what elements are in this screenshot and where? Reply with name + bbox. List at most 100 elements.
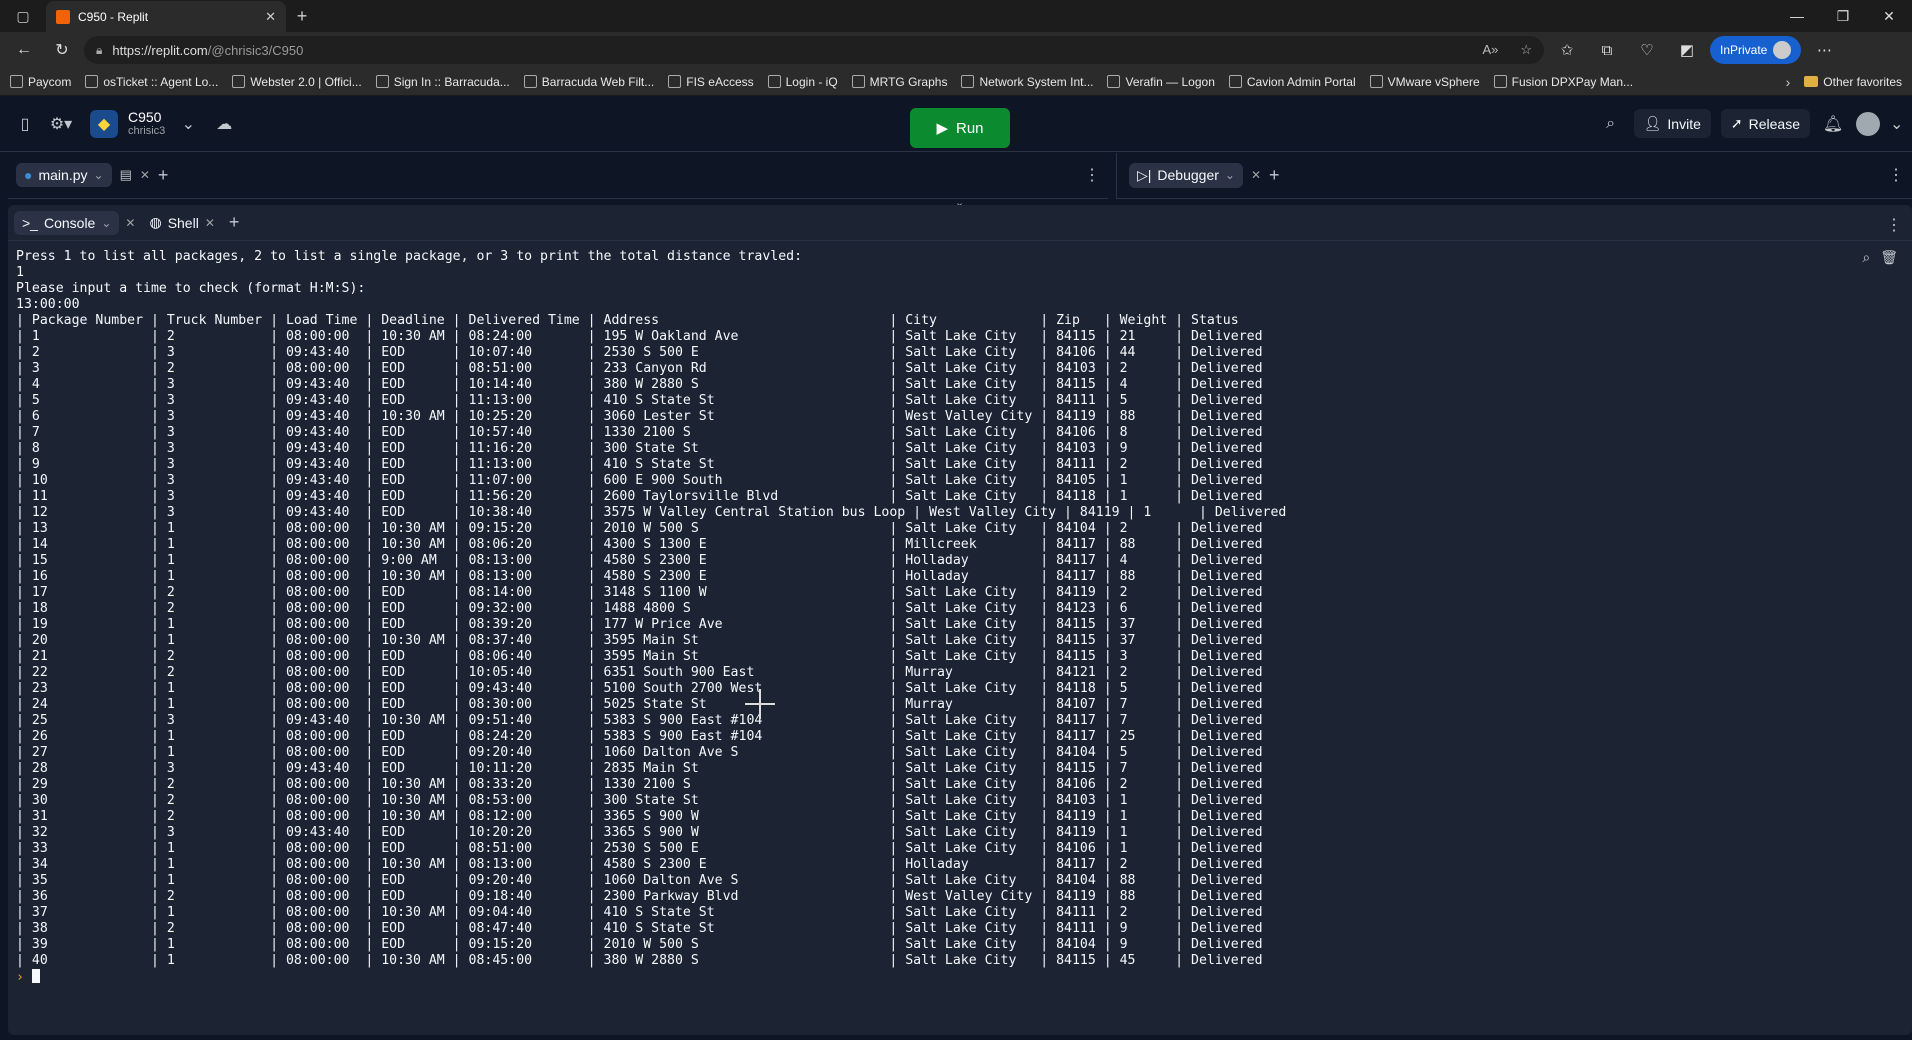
- console-line: | 18 | 2 | 08:00:00 | EOD | 09:32:00 | 1…: [16, 601, 1263, 616]
- console-line: | 29 | 2 | 08:00:00 | 10:30 AM | 08:33:2…: [16, 777, 1263, 792]
- add-user-icon: 👤︎: [1643, 115, 1662, 131]
- close-tab-icon[interactable]: ✕: [265, 9, 276, 25]
- debugger-icon: ▷|: [1137, 166, 1152, 183]
- shell-icon: ◍: [149, 214, 162, 230]
- console-pane: >_ Console ⌄ ✕ ◍ Shell ✕ + ⋮ ⌕ 🗑︎ Press …: [8, 205, 1912, 1035]
- chevron-down-icon[interactable]: ⌄: [101, 216, 111, 230]
- release-button[interactable]: ➚ Release: [1720, 109, 1810, 138]
- console-output[interactable]: Press 1 to list all packages, 2 to list …: [16, 249, 1904, 1035]
- bookmark-item[interactable]: Verafin — Logon: [1107, 75, 1215, 89]
- refresh-icon[interactable]: ↻: [46, 36, 78, 64]
- file-history-icon[interactable]: ▤: [120, 167, 132, 183]
- bookmark-label: Fusion DPXPay Man...: [1511, 74, 1634, 89]
- inprivate-button[interactable]: InPrivate: [1710, 36, 1802, 64]
- run-button[interactable]: ▶ Run: [910, 108, 1010, 148]
- bookmark-item[interactable]: Network System Int...: [961, 75, 1093, 89]
- bookmark-item[interactable]: Fusion DPXPay Man...: [1493, 74, 1634, 89]
- bookmark-item[interactable]: Login - iQ: [767, 74, 838, 89]
- tab-debugger[interactable]: ▷| Debugger ⌄: [1129, 162, 1243, 188]
- edge-icon[interactable]: ◩: [1670, 41, 1704, 59]
- cloud-sync-icon: ☁: [216, 115, 233, 133]
- console-line: | 3 | 2 | 08:00:00 | EOD | 08:51:00 | 23…: [16, 361, 1263, 376]
- console-line: | 33 | 1 | 08:00:00 | EOD | 08:51:00 | 2…: [16, 841, 1263, 856]
- console-line: | 35 | 1 | 08:00:00 | EOD | 09:20:40 | 1…: [16, 873, 1263, 888]
- add-tab-icon[interactable]: +: [1269, 165, 1280, 186]
- bookmark-item[interactable]: FIS eAccess: [668, 74, 754, 89]
- chevron-down-icon[interactable]: ⌄: [175, 114, 201, 134]
- close-tab-icon[interactable]: ✕: [125, 216, 135, 230]
- console-line: | 39 | 1 | 08:00:00 | EOD | 09:15:20 | 2…: [16, 937, 1263, 952]
- tab-shell[interactable]: ◍ Shell ✕: [141, 210, 222, 235]
- bookmark-item[interactable]: Webster 2.0 | Offici...: [232, 75, 362, 89]
- bookmark-item[interactable]: MRTG Graphs: [851, 75, 947, 89]
- console-line: | 30 | 2 | 08:00:00 | 10:30 AM | 08:53:0…: [16, 793, 1263, 808]
- tab-main-py[interactable]: ● main.py ⌄: [16, 163, 112, 187]
- console-line: | 12 | 3 | 09:43:40 | EOD | 10:38:40 | 3…: [16, 505, 1287, 520]
- extensions-icon[interactable]: ♡: [1630, 41, 1664, 59]
- bookmark-item[interactable]: VMware vSphere: [1369, 75, 1480, 89]
- bookmark-item[interactable]: osTicket :: Agent Lo...: [85, 75, 218, 89]
- sidebar-toggle-icon[interactable]: ▯: [12, 114, 38, 134]
- folder-icon: [1804, 76, 1819, 87]
- bookmarks-bar: Paycom osTicket :: Agent Lo... Webster 2…: [0, 68, 1912, 96]
- console-line: | 8 | 3 | 09:43:40 | EOD | 11:16:20 | 30…: [16, 441, 1263, 456]
- restore-icon[interactable]: ❐: [1820, 8, 1866, 25]
- bookmark-item[interactable]: Barracuda Web Filt...: [523, 75, 654, 89]
- bookmark-label: FIS eAccess: [686, 74, 754, 89]
- pane-menu-icon[interactable]: ⋮: [1886, 215, 1902, 235]
- pane-menu-icon[interactable]: ⋮: [1084, 165, 1100, 185]
- back-icon[interactable]: ←: [8, 36, 40, 64]
- bookmark-item[interactable]: Sign In :: Barracuda...: [375, 75, 510, 89]
- url-field[interactable]: 🔒︎ https://replit.com/@chrisic3/C950 A» …: [84, 36, 1544, 64]
- minimize-icon[interactable]: —: [1774, 8, 1820, 25]
- other-favorites[interactable]: Other favorites: [1804, 75, 1902, 89]
- tab-title: C950 - Replit: [78, 10, 149, 24]
- browser-tab[interactable]: C950 - Replit ✕: [46, 1, 286, 33]
- read-aloud-icon[interactable]: A»: [1482, 42, 1498, 58]
- bookmark-item[interactable]: Paycom: [10, 75, 71, 89]
- console-prompt[interactable]: ›: [16, 969, 1904, 986]
- python-logo-icon[interactable]: ◆: [90, 109, 118, 138]
- text-cursor: [31, 969, 40, 983]
- bookmark-label: Login - iQ: [785, 74, 838, 89]
- console-line: | 26 | 1 | 08:00:00 | EOD | 08:24:20 | 5…: [16, 729, 1263, 744]
- favorite-star-icon[interactable]: ☆: [1520, 42, 1532, 58]
- console-line: | 16 | 1 | 08:00:00 | 10:30 AM | 08:13:0…: [16, 569, 1263, 584]
- add-tab-icon[interactable]: +: [229, 212, 240, 233]
- chevron-down-icon[interactable]: ⌄: [1890, 114, 1903, 134]
- close-tab-icon[interactable]: ✕: [205, 216, 215, 230]
- rocket-icon: ➚: [1730, 115, 1743, 131]
- invite-button[interactable]: 👤︎ Invite: [1633, 109, 1711, 138]
- tab-actions-icon[interactable]: ▢: [0, 0, 46, 32]
- invite-label: Invite: [1667, 115, 1701, 132]
- new-tab-button[interactable]: +: [286, 6, 318, 27]
- chevron-down-icon[interactable]: ⌄: [94, 168, 104, 182]
- tab-console[interactable]: >_ Console ⌄: [14, 210, 120, 235]
- bookmarks-overflow-icon[interactable]: ›: [1786, 74, 1791, 90]
- chevron-down-icon[interactable]: ⌄: [1225, 168, 1235, 182]
- console-line: 13:00:00: [16, 297, 80, 312]
- avatar[interactable]: [1856, 111, 1880, 136]
- search-icon[interactable]: ⌕: [1598, 115, 1624, 133]
- console-line: | 23 | 1 | 08:00:00 | EOD | 09:43:40 | 5…: [16, 681, 1263, 696]
- bookmark-item[interactable]: Cavion Admin Portal: [1228, 75, 1356, 89]
- repl-title[interactable]: C950 chrisic3: [128, 110, 165, 138]
- bell-icon[interactable]: 🔔︎: [1820, 114, 1846, 134]
- workspace-menu-icon[interactable]: ⚙▾: [48, 114, 74, 134]
- collections-icon[interactable]: ⧉: [1590, 42, 1624, 59]
- python-file-icon: ●: [24, 167, 33, 183]
- console-line: | 22 | 2 | 08:00:00 | EOD | 10:05:40 | 6…: [16, 665, 1263, 680]
- console-line: | 24 | 1 | 08:00:00 | EOD | 08:30:00 | 5…: [16, 697, 1263, 712]
- bookmark-icon: [85, 75, 99, 88]
- console-line: | 5 | 3 | 09:43:40 | EOD | 11:13:00 | 41…: [16, 393, 1263, 408]
- pane-menu-icon[interactable]: ⋮: [1888, 165, 1904, 185]
- close-tab-icon[interactable]: ✕: [1251, 168, 1261, 182]
- close-window-icon[interactable]: ✕: [1866, 8, 1912, 25]
- more-menu-icon[interactable]: ⋯: [1807, 41, 1841, 59]
- console-line: | 38 | 2 | 08:00:00 | EOD | 08:47:40 | 4…: [16, 921, 1263, 936]
- console-line: | 13 | 1 | 08:00:00 | 10:30 AM | 09:15:2…: [16, 521, 1263, 536]
- favorites-icon[interactable]: ✩: [1550, 41, 1584, 59]
- close-tab-icon[interactable]: ✕: [140, 168, 150, 182]
- replit-header: ▯ ⚙▾ ◆ C950 chrisic3 ⌄ ☁ ▶ Run ⌕ 👤︎ Invit…: [0, 96, 1912, 152]
- add-tab-icon[interactable]: +: [158, 165, 169, 186]
